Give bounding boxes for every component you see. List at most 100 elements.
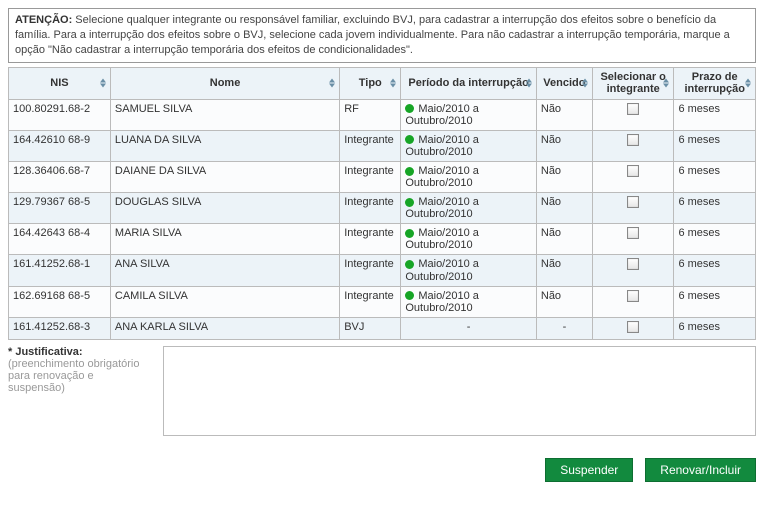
cell	[592, 255, 674, 286]
cell: 6 meses	[674, 130, 756, 161]
select-member-checkbox[interactable]	[627, 196, 639, 208]
col-nis[interactable]: NIS	[9, 67, 111, 99]
cell: CAMILA SILVA	[110, 286, 339, 317]
cell: Integrante	[340, 255, 401, 286]
status-dot-icon	[405, 260, 414, 269]
period-text: Maio/2010 a Outubro/2010	[405, 196, 479, 220]
period-text: Maio/2010 a Outubro/2010	[405, 259, 479, 283]
justificativa-label-block: * Justificativa: (preenchimento obrigató…	[8, 346, 153, 394]
select-member-checkbox[interactable]	[627, 258, 639, 270]
status-dot-icon	[405, 229, 414, 238]
suspender-button[interactable]: Suspender	[545, 458, 633, 482]
cell: Não	[536, 255, 592, 286]
table-header-row: NIS Nome Tipo Período da interrupção Ven…	[9, 67, 756, 99]
table-row: 129.79367 68-5DOUGLAS SILVAIntegranteMai…	[9, 193, 756, 224]
cell	[592, 317, 674, 339]
select-member-checkbox[interactable]	[627, 227, 639, 239]
cell: 164.42643 68-4	[9, 224, 111, 255]
cell: Maio/2010 a Outubro/2010	[401, 130, 537, 161]
renovar-incluir-button[interactable]: Renovar/Incluir	[645, 458, 756, 482]
cell: 100.80291.68-2	[9, 99, 111, 130]
select-member-checkbox[interactable]	[627, 103, 639, 115]
cell: MARIA SILVA	[110, 224, 339, 255]
sort-icon[interactable]	[99, 79, 107, 88]
status-dot-icon	[405, 135, 414, 144]
cell: SAMUEL SILVA	[110, 99, 339, 130]
cell: 6 meses	[674, 161, 756, 192]
status-dot-icon	[405, 291, 414, 300]
cell: RF	[340, 99, 401, 130]
cell: Maio/2010 a Outubro/2010	[401, 161, 537, 192]
cell: DAIANE DA SILVA	[110, 161, 339, 192]
cell: 128.36406.68-7	[9, 161, 111, 192]
cell: Não	[536, 130, 592, 161]
cell: Não	[536, 193, 592, 224]
sort-icon[interactable]	[525, 79, 533, 88]
col-tipo[interactable]: Tipo	[340, 67, 401, 99]
cell: ANA KARLA SILVA	[110, 317, 339, 339]
status-dot-icon	[405, 104, 414, 113]
table-row: 161.41252.68-3ANA KARLA SILVABVJ--6 mese…	[9, 317, 756, 339]
cell: Integrante	[340, 130, 401, 161]
select-member-checkbox[interactable]	[627, 290, 639, 302]
justificativa-hint: (preenchimento obrigatório para renovaçã…	[8, 358, 139, 394]
cell	[592, 130, 674, 161]
cell: Não	[536, 286, 592, 317]
col-vencido[interactable]: Vencido	[536, 67, 592, 99]
cell	[592, 286, 674, 317]
members-table: NIS Nome Tipo Período da interrupção Ven…	[8, 67, 756, 340]
period-text: Maio/2010 a Outubro/2010	[405, 103, 479, 127]
cell: Integrante	[340, 193, 401, 224]
status-dot-icon	[405, 198, 414, 207]
sort-icon[interactable]	[662, 79, 670, 88]
period-text: Maio/2010 a Outubro/2010	[405, 290, 479, 314]
period-text: Maio/2010 a Outubro/2010	[405, 227, 479, 251]
sort-icon[interactable]	[744, 79, 752, 88]
col-prazo[interactable]: Prazo de interrupção	[674, 67, 756, 99]
justificativa-textarea[interactable]	[163, 346, 756, 436]
justificativa-row: * Justificativa: (preenchimento obrigató…	[8, 346, 756, 436]
cell	[592, 161, 674, 192]
period-text: Maio/2010 a Outubro/2010	[405, 134, 479, 158]
select-member-checkbox[interactable]	[627, 321, 639, 333]
table-row: 100.80291.68-2SAMUEL SILVARFMaio/2010 a …	[9, 99, 756, 130]
table-row: 162.69168 68-5CAMILA SILVAIntegranteMaio…	[9, 286, 756, 317]
cell: 161.41252.68-3	[9, 317, 111, 339]
attention-box: ATENÇÃO: Selecione qualquer integrante o…	[8, 8, 756, 63]
table-row: 164.42643 68-4MARIA SILVAIntegranteMaio/…	[9, 224, 756, 255]
cell: Maio/2010 a Outubro/2010	[401, 99, 537, 130]
cell: Maio/2010 a Outubro/2010	[401, 224, 537, 255]
cell	[592, 224, 674, 255]
cell: 6 meses	[674, 193, 756, 224]
table-row: 161.41252.68-1ANA SILVAIntegranteMaio/20…	[9, 255, 756, 286]
cell: 6 meses	[674, 224, 756, 255]
cell: Não	[536, 161, 592, 192]
cell	[592, 193, 674, 224]
justificativa-label: * Justificativa:	[8, 346, 83, 358]
cell: Integrante	[340, 224, 401, 255]
sort-icon[interactable]	[328, 79, 336, 88]
select-member-checkbox[interactable]	[627, 165, 639, 177]
status-dot-icon	[405, 167, 414, 176]
select-member-checkbox[interactable]	[627, 134, 639, 146]
period-text: Maio/2010 a Outubro/2010	[405, 165, 479, 189]
col-selecionar[interactable]: Selecionar o integrante	[592, 67, 674, 99]
cell: ANA SILVA	[110, 255, 339, 286]
col-periodo[interactable]: Período da interrupção	[401, 67, 537, 99]
table-row: 164.42610 68-9LUANA DA SILVAIntegranteMa…	[9, 130, 756, 161]
cell: Maio/2010 a Outubro/2010	[401, 255, 537, 286]
sort-icon[interactable]	[581, 79, 589, 88]
attention-label: ATENÇÃO:	[15, 14, 72, 26]
cell: BVJ	[340, 317, 401, 339]
cell: LUANA DA SILVA	[110, 130, 339, 161]
button-row: Suspender Renovar/Incluir	[8, 458, 756, 482]
cell: 6 meses	[674, 286, 756, 317]
cell: Maio/2010 a Outubro/2010	[401, 286, 537, 317]
period-text: -	[405, 321, 532, 333]
cell: Maio/2010 a Outubro/2010	[401, 193, 537, 224]
cell	[592, 99, 674, 130]
cell: -	[536, 317, 592, 339]
col-nome[interactable]: Nome	[110, 67, 339, 99]
sort-icon[interactable]	[389, 79, 397, 88]
cell: 164.42610 68-9	[9, 130, 111, 161]
